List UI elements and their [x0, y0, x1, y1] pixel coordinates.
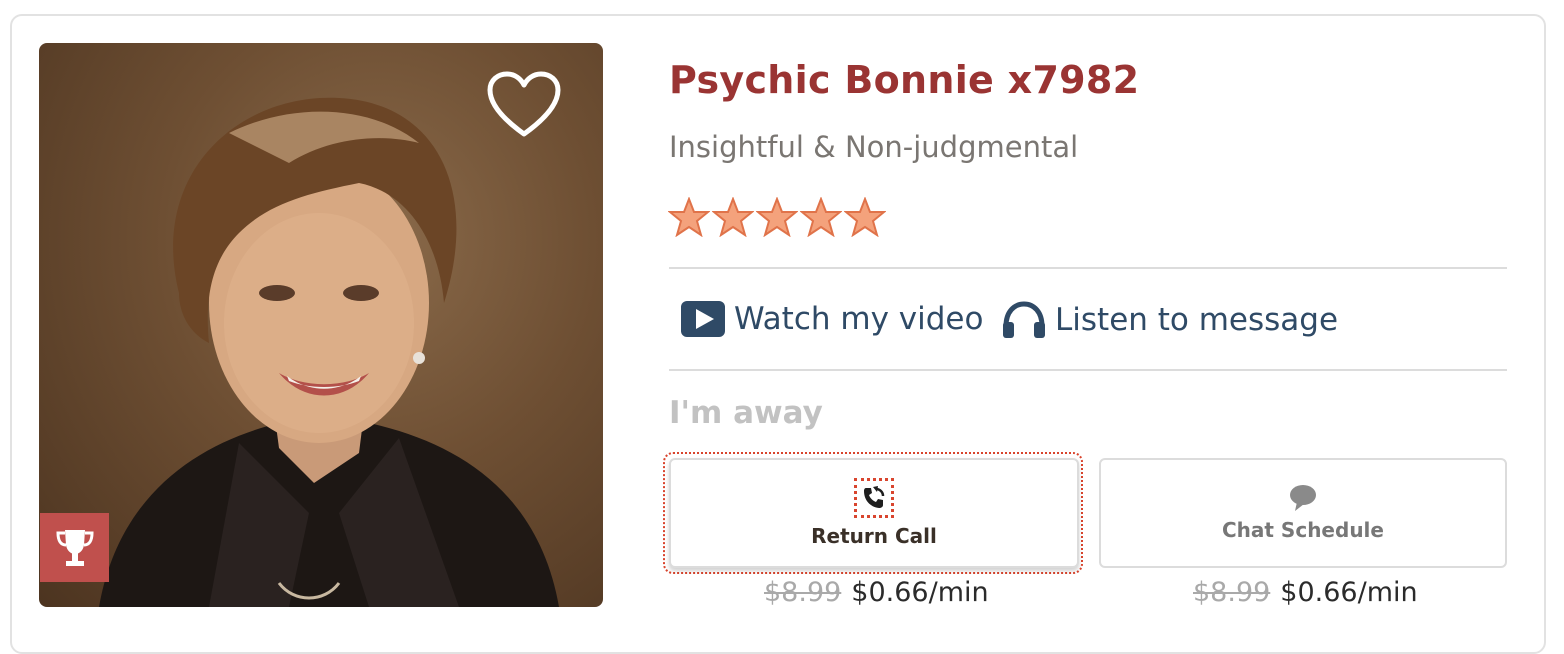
advisor-name[interactable]: Psychic Bonnie x7982 [669, 58, 1139, 102]
return-call-price: $8.99 $0.66/min [764, 577, 989, 608]
divider [669, 267, 1507, 269]
chat-schedule-button[interactable]: Chat Schedule [1099, 458, 1507, 568]
video-play-icon [681, 301, 725, 337]
star-icon [712, 197, 754, 237]
listen-message-link[interactable]: Listen to message [1001, 300, 1338, 340]
current-price: $0.66/min [1280, 577, 1418, 608]
headphones-icon [1003, 301, 1045, 338]
watch-video-link[interactable]: Watch my video [680, 300, 983, 338]
favorite-button[interactable] [486, 70, 562, 140]
star-icon [800, 197, 842, 237]
divider [669, 369, 1507, 371]
chat-schedule-label: Chat Schedule [1222, 518, 1384, 542]
award-badge [40, 513, 109, 582]
trophy-icon [55, 529, 94, 566]
star-icon [668, 197, 710, 237]
star-icon [756, 197, 798, 237]
return-call-label: Return Call [811, 524, 937, 548]
call-icon-focus [854, 478, 894, 518]
listen-message-label: Listen to message [1055, 302, 1339, 338]
availability-status: I'm away [669, 395, 823, 431]
chat-schedule-price: $8.99 $0.66/min [1193, 577, 1418, 608]
advisor-tagline: Insightful & Non-judgmental [669, 130, 1079, 164]
return-call-button[interactable]: Return Call [669, 458, 1079, 568]
heart-outline-icon [487, 71, 561, 137]
original-price: $8.99 [764, 577, 842, 608]
star-icon [844, 197, 886, 237]
current-price: $0.66/min [851, 577, 989, 608]
return-call-icon [864, 486, 885, 508]
watch-video-label: Watch my video [734, 301, 984, 337]
rating-stars [668, 197, 886, 237]
chat-bubble-icon [1290, 485, 1316, 511]
original-price: $8.99 [1193, 577, 1271, 608]
